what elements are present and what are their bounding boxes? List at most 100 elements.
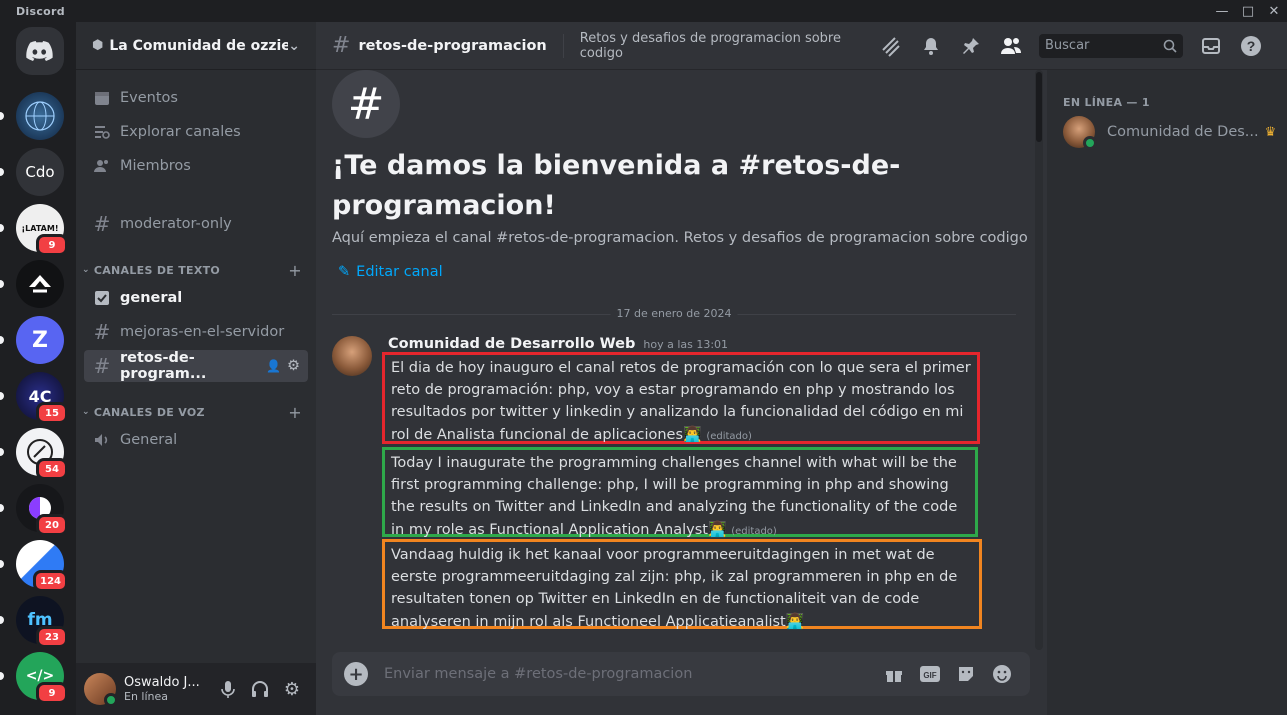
edit-channel-link[interactable]: ✎ Editar canal	[338, 264, 443, 280]
gear-icon[interactable]: ⚙	[287, 358, 300, 374]
nav-browse-channels[interactable]: Explorar canales	[84, 116, 308, 148]
add-attachment-icon[interactable]: +	[344, 662, 368, 686]
mention-badge: 9	[36, 682, 68, 704]
mention-badge: 9	[36, 234, 68, 256]
mention-badge: 20	[36, 514, 68, 536]
svg-text:?: ?	[1247, 38, 1256, 54]
channel-retos[interactable]: # retos-de-program... 👤 ⚙	[84, 350, 308, 382]
server-latam[interactable]: ¡LATAM! 9	[16, 204, 68, 256]
technologist-emoji-icon: 👨‍💻	[785, 612, 805, 630]
member-list: EN LÍNEA — 1 Comunidad de Des... ♛	[1047, 70, 1287, 715]
channel-general[interactable]: general	[84, 282, 308, 314]
chat-scrollbar-thumb[interactable]	[1036, 72, 1042, 142]
headphones-icon[interactable]	[244, 673, 276, 705]
member-list-icon[interactable]	[999, 34, 1023, 58]
message-header: Comunidad de Desarrollo Web hoy a las 13…	[388, 336, 728, 352]
sticker-icon[interactable]	[950, 658, 982, 690]
message-author[interactable]: Comunidad de Desarrollo Web	[388, 336, 635, 352]
user-settings-gear-icon[interactable]: ⚙	[276, 673, 308, 705]
server-purple[interactable]: 20	[16, 484, 68, 536]
discord-home-button[interactable]	[16, 27, 64, 75]
unread-pill	[0, 616, 4, 624]
server-dev[interactable]: </> 9	[16, 652, 68, 704]
maximize-icon[interactable]: □	[1235, 0, 1261, 22]
welcome-subtitle: Aquí empieza el canal #retos-de-programa…	[332, 230, 1028, 246]
pin-icon[interactable]	[959, 34, 983, 58]
unread-pill	[0, 280, 4, 288]
threads-icon[interactable]	[879, 34, 903, 58]
discord-logo-icon	[26, 41, 53, 61]
server-sketch[interactable]: 54	[16, 428, 68, 480]
username: Oswaldo J...	[124, 675, 200, 690]
server-dark[interactable]	[16, 260, 64, 308]
category-label: CANALES DE VOZ	[93, 405, 205, 419]
chat-scrollbar-track[interactable]	[1035, 70, 1043, 650]
search-input[interactable]: Buscar	[1039, 33, 1183, 58]
inbox-icon[interactable]	[1199, 34, 1223, 58]
user-info[interactable]: Oswaldo J... En línea	[124, 675, 212, 703]
search-placeholder: Buscar	[1045, 38, 1090, 53]
composer-placeholder: Enviar mensaje a #retos-de-programacion	[384, 666, 693, 682]
hash-icon: #	[93, 354, 111, 378]
gif-icon[interactable]: GIF	[914, 658, 946, 690]
server-z[interactable]: Z	[16, 316, 64, 364]
chevron-down-icon: ⌄	[82, 407, 90, 417]
unread-pill	[0, 672, 4, 680]
user-panel: Oswaldo J... En línea ⚙	[76, 663, 316, 715]
crown-icon: ♛	[1264, 124, 1277, 140]
member-name: Comunidad de Des...	[1107, 124, 1259, 140]
add-channel-icon[interactable]: +	[288, 403, 302, 422]
message-composer[interactable]: + Enviar mensaje a #retos-de-programacio…	[332, 652, 1030, 696]
emoji-picker-icon[interactable]	[986, 658, 1018, 690]
window-titlebar: Discord — □ ✕	[0, 0, 1287, 22]
category-text-channels[interactable]: ⌄ CANALES DE TEXTO +	[82, 260, 310, 280]
browse-channels-icon	[92, 123, 112, 141]
window-controls: — □ ✕	[1209, 0, 1287, 22]
unread-pill	[0, 336, 4, 344]
server-name: La Comunidad de ozzie’s	[109, 37, 289, 54]
channel-moderator-only[interactable]: # moderator-only	[84, 208, 308, 240]
close-icon[interactable]: ✕	[1261, 0, 1287, 22]
nav-members[interactable]: Miembros	[84, 150, 308, 182]
date-divider-label: 17 de enero de 2024	[610, 307, 738, 320]
members-icon	[92, 157, 112, 175]
channel-label: General	[120, 432, 178, 448]
server-4c[interactable]: 4C 15	[16, 372, 68, 424]
message-body-dutch: Vandaag huldig ik het kanaal voor progra…	[382, 539, 982, 630]
category-voice-channels[interactable]: ⌄ CANALES DE VOZ +	[82, 402, 310, 422]
bell-icon[interactable]	[919, 34, 943, 58]
arrow-logo-icon	[29, 275, 51, 293]
mention-badge: 54	[36, 458, 68, 480]
server-globe[interactable]	[16, 92, 64, 140]
add-channel-icon[interactable]: +	[288, 261, 302, 280]
server-cdo[interactable]: Cdo	[16, 148, 64, 196]
unread-pill	[0, 112, 4, 120]
microphone-icon[interactable]	[212, 673, 244, 705]
technologist-emoji-icon: 👨‍💻	[683, 425, 702, 443]
help-icon[interactable]: ?	[1239, 34, 1263, 58]
member-item[interactable]: Comunidad de Des... ♛	[1063, 116, 1279, 150]
create-invite-icon[interactable]: 👤	[266, 359, 281, 373]
calendar-icon	[92, 89, 112, 107]
message-text: El dia de hoy inauguro el canal retos de…	[391, 360, 971, 443]
online-status-icon	[104, 693, 118, 707]
channel-voice-general[interactable]: General	[84, 424, 308, 456]
mention-badge: 15	[36, 402, 68, 424]
message-avatar[interactable]	[332, 336, 372, 376]
server-blue[interactable]: 124	[16, 540, 68, 592]
edited-label: (editado)	[731, 526, 777, 537]
nav-events[interactable]: Eventos	[84, 82, 308, 114]
server-header[interactable]: ⬢ La Comunidad de ozzie’s ⌄	[76, 22, 316, 70]
technologist-emoji-icon: 👨‍💻	[707, 520, 727, 538]
unread-pill	[0, 504, 4, 512]
speaker-icon	[92, 431, 112, 449]
minimize-icon[interactable]: —	[1209, 0, 1235, 22]
channel-mejoras[interactable]: # mejoras-en-el-servidor	[84, 316, 308, 348]
user-status: En línea	[124, 690, 169, 703]
gift-icon[interactable]	[878, 658, 910, 690]
server-fm[interactable]: fm 23	[16, 596, 68, 648]
avatar[interactable]	[84, 673, 118, 707]
svg-text:GIF: GIF	[923, 671, 936, 680]
date-divider: 17 de enero de 2024	[332, 307, 1016, 320]
avatar	[1063, 116, 1097, 150]
